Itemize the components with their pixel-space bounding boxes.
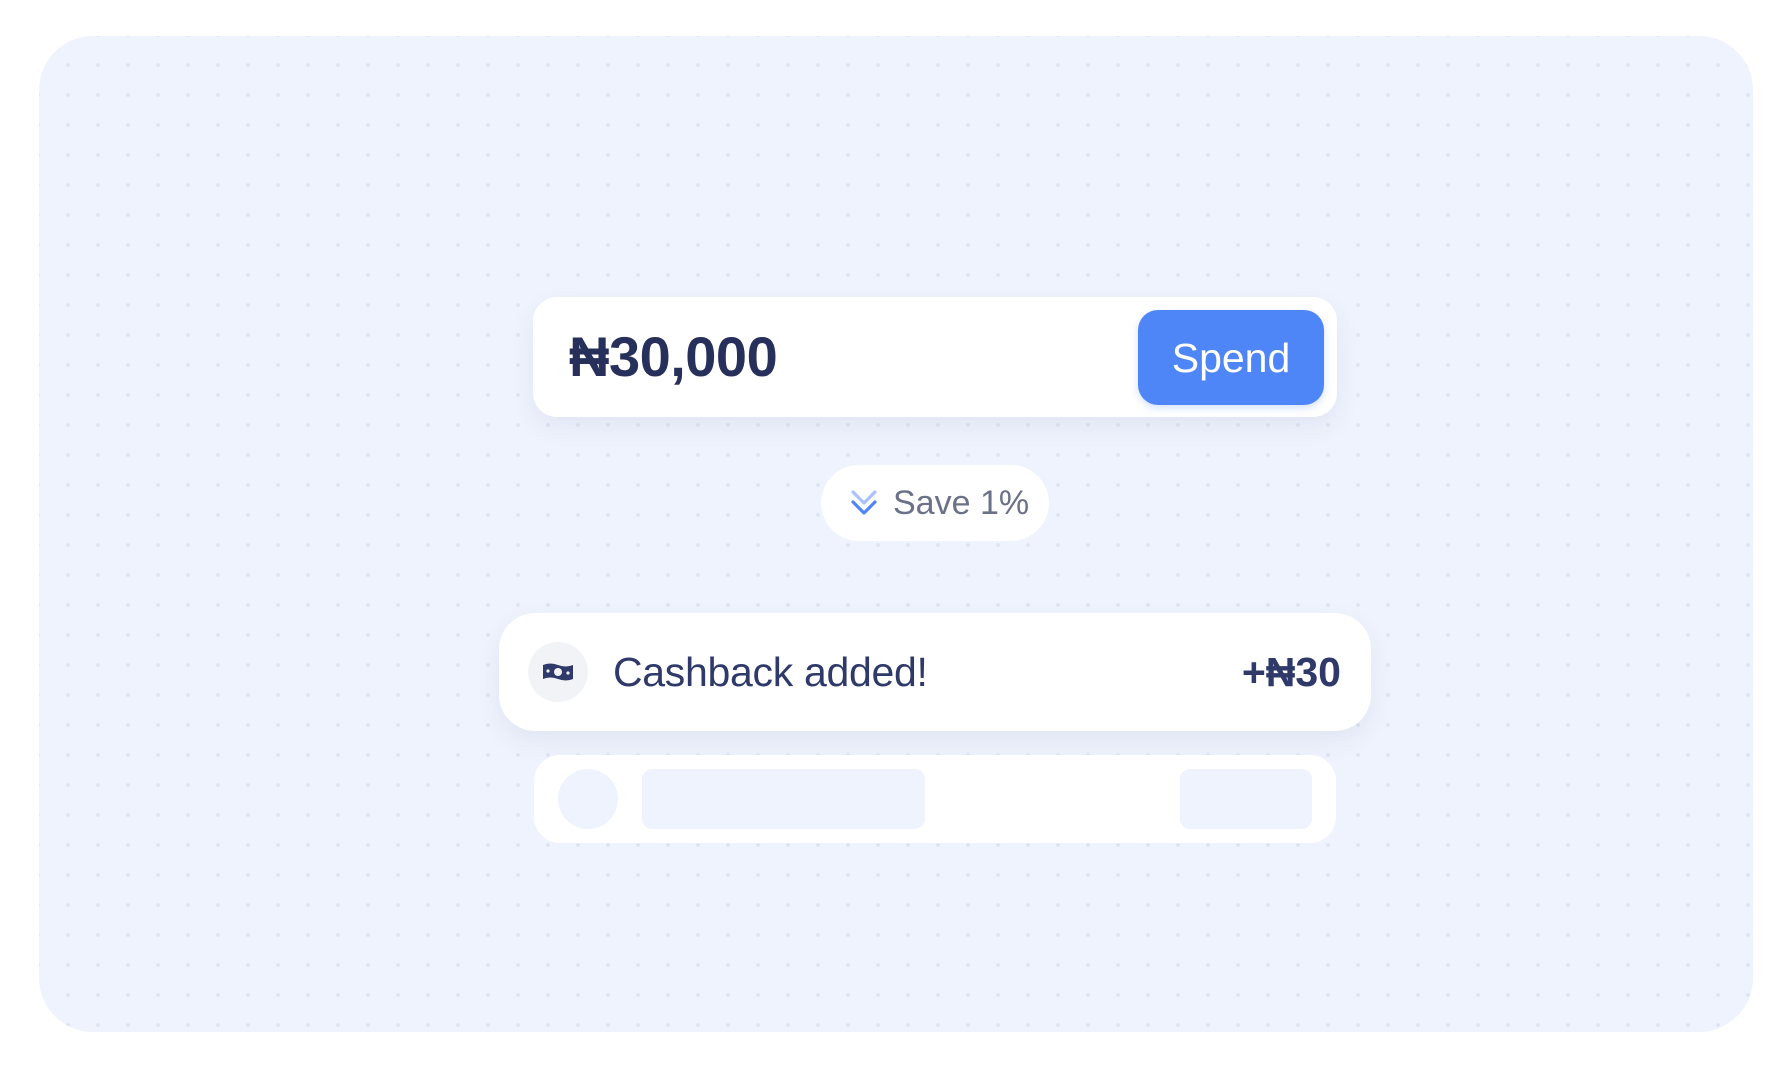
placeholder-transaction-row (534, 755, 1336, 843)
cashback-notification: Cashback added! +₦30 (499, 613, 1371, 731)
banknote-icon (543, 663, 573, 681)
stage-background: ₦30,000 Spend Save 1% Cashback added! +₦… (39, 36, 1753, 1032)
cashback-label: Cashback added! (613, 649, 928, 695)
cashback-icon-badge (528, 642, 588, 702)
double-chevron-down-icon (851, 490, 877, 515)
cashback-amount: +₦30 (1241, 649, 1341, 695)
amount-card: ₦30,000 Spend (533, 297, 1337, 417)
placeholder-text-bar (642, 769, 925, 829)
save-pill: Save 1% (821, 465, 1049, 541)
placeholder-amount-bar (1180, 769, 1312, 829)
placeholder-avatar (558, 769, 618, 829)
save-label: Save 1% (893, 483, 1030, 522)
spend-button[interactable]: Spend (1138, 310, 1324, 405)
amount-value: ₦30,000 (569, 325, 778, 388)
